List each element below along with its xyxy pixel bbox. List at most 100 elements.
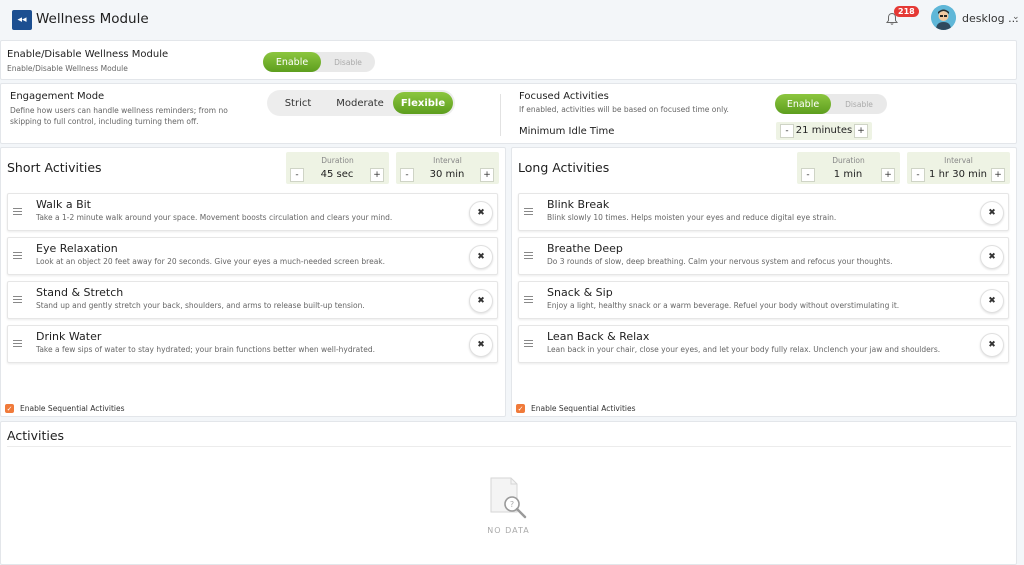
drag-handle-icon[interactable] xyxy=(13,252,22,261)
activities-divider xyxy=(7,446,1011,447)
drag-handle-icon[interactable] xyxy=(13,296,22,305)
focused-enable-option[interactable]: Enable xyxy=(775,94,831,114)
short-duration-decrement[interactable]: - xyxy=(290,168,304,182)
long-interval-label: Interval xyxy=(944,156,973,165)
drag-handle-icon[interactable] xyxy=(524,208,533,217)
module-toggle-card: Enable/Disable Wellness Module Enable/Di… xyxy=(0,40,1017,80)
long-duration-increment[interactable]: + xyxy=(881,168,895,182)
drag-handle-icon[interactable] xyxy=(13,208,22,217)
no-data-text: NO DATA xyxy=(487,526,530,535)
mode-strict[interactable]: Strict xyxy=(269,92,327,114)
long-interval-increment[interactable]: + xyxy=(991,168,1005,182)
module-toggle-title: Enable/Disable Wellness Module xyxy=(7,49,169,60)
activity-description: Do 3 rounds of slow, deep breathing. Cal… xyxy=(547,257,893,266)
long-sequential-checkbox[interactable]: ✓ Enable Sequential Activities xyxy=(516,404,636,413)
module-disable-option[interactable]: Disable xyxy=(321,52,375,72)
long-duration-decrement[interactable]: - xyxy=(801,168,815,182)
back-button[interactable]: ◂◂ xyxy=(12,10,32,30)
short-interval-stepper: Interval - 30 min + xyxy=(396,152,499,184)
settings-divider xyxy=(500,94,501,136)
activity-description: Take a 1-2 minute walk around your space… xyxy=(36,213,393,222)
short-activities-title: Short Activities xyxy=(7,160,102,175)
activities-title: Activities xyxy=(7,428,65,443)
long-duration-stepper: Duration - 1 min + xyxy=(797,152,900,184)
short-interval-value: 30 min xyxy=(429,169,465,180)
long-activities-panel: Long Activities Duration - 1 min + Inter… xyxy=(511,147,1017,417)
remove-activity-button[interactable]: ✖ xyxy=(469,201,493,225)
top-bar: ◂◂ Wellness Module 218 desklog ... ⌄ xyxy=(0,0,1024,40)
short-duration-value: 45 sec xyxy=(320,169,354,180)
activity-description: Lean back in your chair, close your eyes… xyxy=(547,345,941,354)
remove-activity-button[interactable]: ✖ xyxy=(980,245,1004,269)
long-sequential-label: Enable Sequential Activities xyxy=(531,404,636,413)
module-toggle-subtitle: Enable/Disable Wellness Module xyxy=(7,64,128,73)
activities-panel: Activities ? NO DATA xyxy=(0,421,1017,565)
idle-time-label: Minimum Idle Time xyxy=(519,126,615,137)
short-interval-decrement[interactable]: - xyxy=(400,168,414,182)
list-item[interactable]: Snack & Sip Enjoy a light, healthy snack… xyxy=(518,281,1009,319)
activity-description: Look at an object 20 feet away for 20 se… xyxy=(36,257,386,266)
idle-decrement-button[interactable]: - xyxy=(780,124,794,138)
avatar[interactable] xyxy=(931,5,956,30)
remove-activity-button[interactable]: ✖ xyxy=(469,289,493,313)
activity-name: Walk a Bit xyxy=(36,198,91,211)
activity-description: Take a few sips of water to stay hydrate… xyxy=(36,345,375,354)
short-sequential-checkbox[interactable]: ✓ Enable Sequential Activities xyxy=(5,404,125,413)
activity-description: Blink slowly 10 times. Helps moisten you… xyxy=(547,213,837,222)
idle-time-value: 21 minutes xyxy=(795,125,853,136)
list-item[interactable]: Drink Water Take a few sips of water to … xyxy=(7,325,498,363)
module-enable-option[interactable]: Enable xyxy=(263,52,321,72)
user-avatar-icon xyxy=(931,5,956,30)
focused-subtitle: If enabled, activities will be based on … xyxy=(519,105,729,114)
notification-badge: 218 xyxy=(894,6,919,17)
short-duration-increment[interactable]: + xyxy=(370,168,384,182)
remove-activity-button[interactable]: ✖ xyxy=(980,289,1004,313)
mode-moderate[interactable]: Moderate xyxy=(327,92,393,114)
long-duration-value: 1 min xyxy=(833,169,863,180)
list-item[interactable]: Stand & Stretch Stand up and gently stre… xyxy=(7,281,498,319)
activity-name: Blink Break xyxy=(547,198,610,211)
engagement-subtitle: Define how users can handle wellness rem… xyxy=(10,106,228,126)
remove-activity-button[interactable]: ✖ xyxy=(469,333,493,357)
list-item[interactable]: Walk a Bit Take a 1-2 minute walk around… xyxy=(7,193,498,231)
chevron-down-icon[interactable]: ⌄ xyxy=(1012,12,1020,22)
remove-activity-button[interactable]: ✖ xyxy=(469,245,493,269)
long-interval-stepper: Interval - 1 hr 30 min + xyxy=(907,152,1010,184)
activity-description: Stand up and gently stretch your back, s… xyxy=(36,301,365,310)
short-sequential-label: Enable Sequential Activities xyxy=(20,404,125,413)
short-duration-label: Duration xyxy=(321,156,354,165)
settings-card: Engagement Mode Define how users can han… xyxy=(0,83,1017,144)
short-activities-panel: Short Activities Duration - 45 sec + Int… xyxy=(0,147,506,417)
checkbox-checked-icon[interactable]: ✓ xyxy=(5,404,14,413)
drag-handle-icon[interactable] xyxy=(13,340,22,349)
focused-title: Focused Activities xyxy=(519,91,609,102)
username[interactable]: desklog ... xyxy=(962,12,1019,25)
long-duration-label: Duration xyxy=(832,156,865,165)
short-interval-increment[interactable]: + xyxy=(480,168,494,182)
engagement-title: Engagement Mode xyxy=(10,91,105,102)
focused-toggle[interactable]: Enable Disable xyxy=(775,94,887,114)
no-data-icon: ? xyxy=(490,477,527,519)
remove-activity-button[interactable]: ✖ xyxy=(980,201,1004,225)
long-interval-decrement[interactable]: - xyxy=(911,168,925,182)
long-activities-title: Long Activities xyxy=(518,160,610,175)
remove-activity-button[interactable]: ✖ xyxy=(980,333,1004,357)
engagement-mode-selector[interactable]: Strict Moderate Flexible xyxy=(267,90,455,116)
drag-handle-icon[interactable] xyxy=(524,296,533,305)
activity-description: Enjoy a light, healthy snack or a warm b… xyxy=(547,301,900,310)
list-item[interactable]: Blink Break Blink slowly 10 times. Helps… xyxy=(518,193,1009,231)
list-item[interactable]: Breathe Deep Do 3 rounds of slow, deep b… xyxy=(518,237,1009,275)
checkbox-checked-icon[interactable]: ✓ xyxy=(516,404,525,413)
drag-handle-icon[interactable] xyxy=(524,252,533,261)
mode-flexible[interactable]: Flexible xyxy=(393,92,453,114)
svg-text:?: ? xyxy=(510,500,514,509)
module-toggle[interactable]: Enable Disable xyxy=(263,52,375,72)
list-item[interactable]: Lean Back & Relax Lean back in your chai… xyxy=(518,325,1009,363)
idle-increment-button[interactable]: + xyxy=(854,124,868,138)
drag-handle-icon[interactable] xyxy=(524,340,533,349)
idle-time-stepper: - 21 minutes + xyxy=(776,122,872,140)
double-chevron-left-icon: ◂◂ xyxy=(17,15,27,25)
activity-name: Lean Back & Relax xyxy=(547,330,650,343)
list-item[interactable]: Eye Relaxation Look at an object 20 feet… xyxy=(7,237,498,275)
focused-disable-option[interactable]: Disable xyxy=(831,94,887,114)
